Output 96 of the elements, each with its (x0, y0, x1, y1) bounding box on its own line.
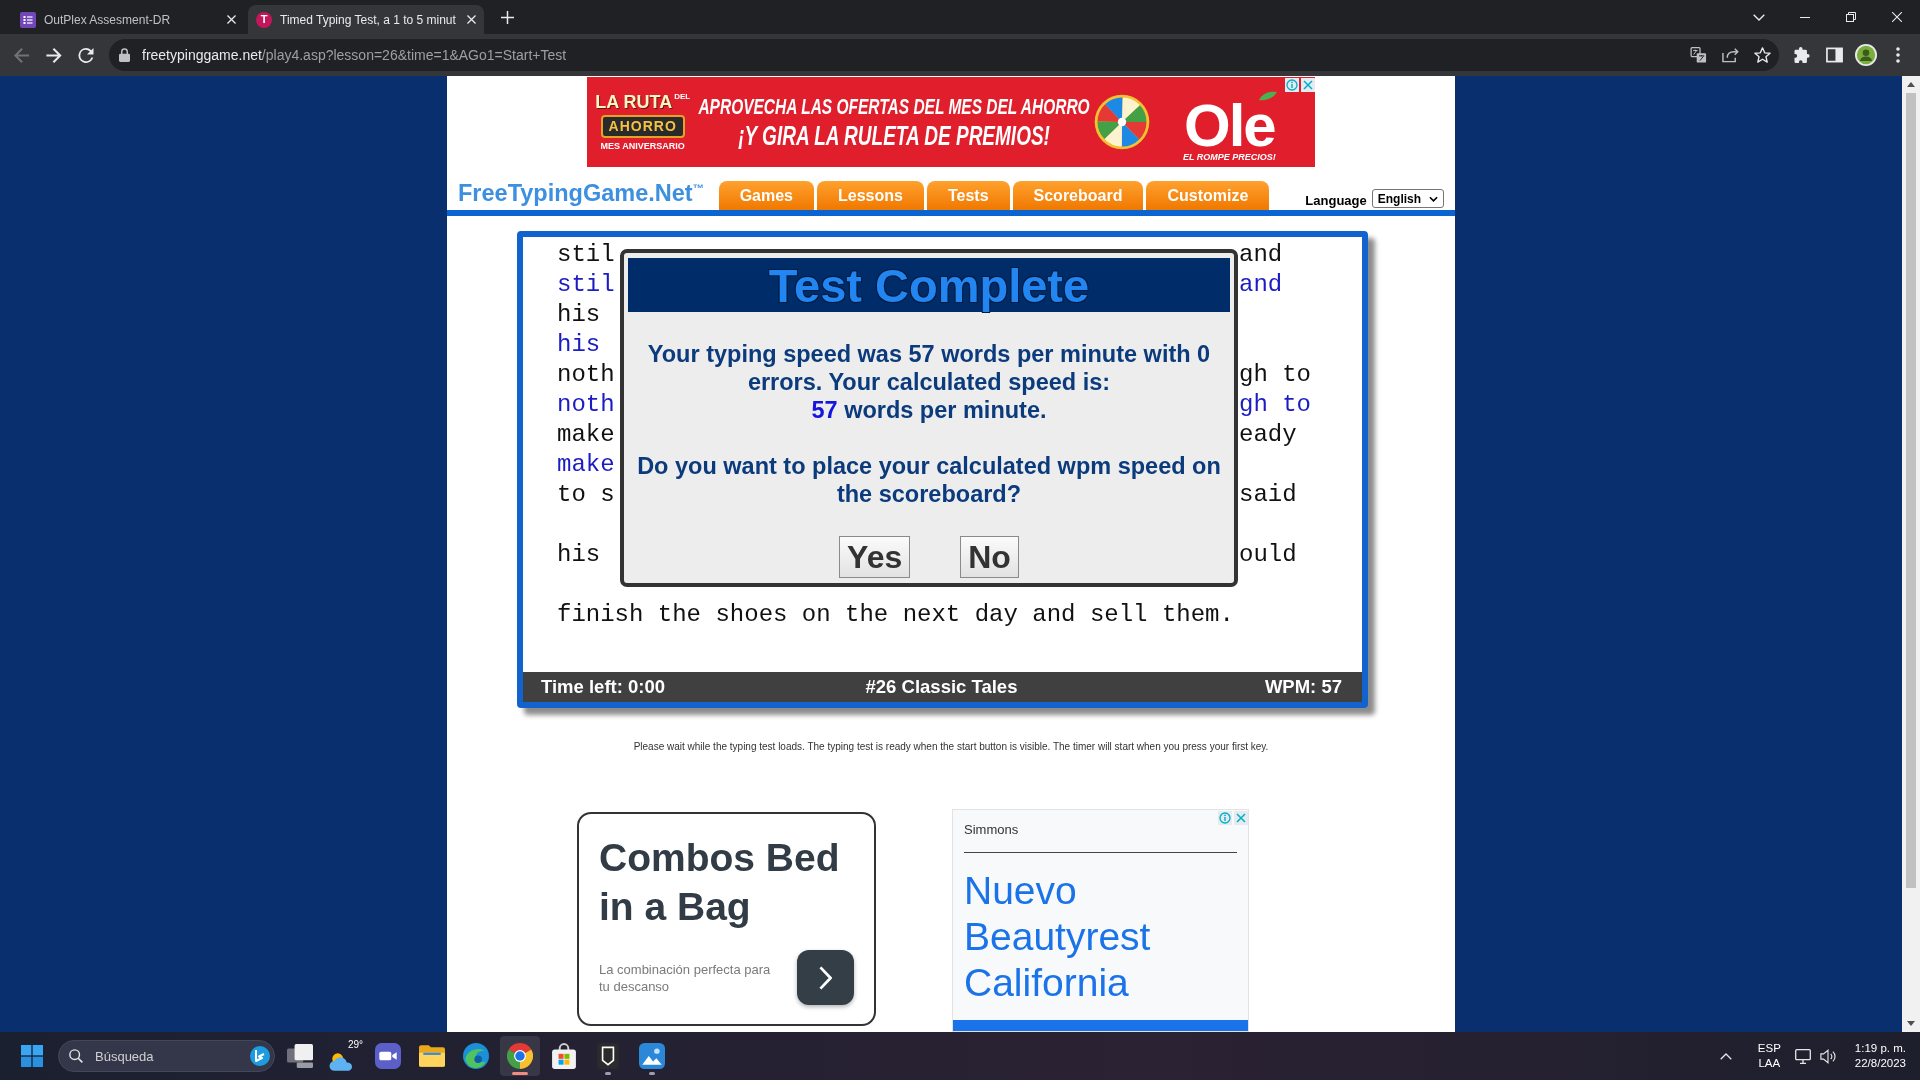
browser-tab[interactable]: OutPlex Assesment-DR (12, 5, 248, 34)
profile-avatar-icon[interactable] (1855, 44, 1877, 66)
typed-text: his (557, 330, 601, 360)
shield-icon (595, 1043, 621, 1069)
source-text: eady (1239, 420, 1297, 450)
address-bar[interactable]: freetypinggame.net/play4.asp?lesson=26&time=1&AGo1=Start+Test (109, 39, 1779, 71)
list-form-icon (20, 11, 36, 28)
chevron-up-icon[interactable] (1719, 1052, 1732, 1060)
taskbar-button[interactable]: 29° (324, 1036, 364, 1076)
close-icon[interactable] (466, 15, 476, 24)
folder-icon (419, 1043, 445, 1069)
loading-note: Please wait while the typing test loads. The typing test is ready when the start button is visible. The timer will start when you press your first key. (633, 740, 1269, 754)
source-text: to s (557, 480, 615, 510)
ad-subtext: La combinación perfecta para tu descanso (599, 960, 772, 995)
chevron-down-icon[interactable] (1753, 13, 1765, 21)
source-text: noth (557, 360, 615, 390)
typed-text: and (1239, 270, 1283, 300)
leaf-icon (1259, 90, 1277, 101)
scroll-up-arrow-icon[interactable] (1907, 82, 1915, 87)
puzzle-piece-icon[interactable] (1793, 47, 1811, 63)
weather-icon (329, 1051, 353, 1071)
share-icon[interactable] (1721, 47, 1739, 63)
clock-time[interactable]: 1:19 p. m. (1854, 1041, 1906, 1056)
ad-headline: APROVECHA LAS OFERTAS DEL MES DEL AHORRO (698, 95, 1090, 119)
source-text: gh to (1239, 360, 1311, 390)
prize-wheel-icon (1093, 94, 1150, 150)
tricolor-circle-icon (507, 1043, 533, 1069)
ad-badge-title: LA RUTA (595, 92, 673, 111)
source-text: and (1239, 240, 1283, 270)
input-language[interactable]: ESP (1757, 1041, 1781, 1056)
search-field[interactable]: Búsqueda (58, 1040, 275, 1072)
language-select[interactable]: English (1371, 189, 1445, 208)
monitor-icon[interactable] (1794, 1048, 1811, 1064)
search-icon (69, 1049, 83, 1063)
forward-arrow-icon[interactable] (46, 47, 62, 63)
dialog-button[interactable]: Yes (839, 536, 911, 578)
video-camera-icon (375, 1043, 401, 1069)
scoreboard-question: Do you want to place your calculated wpm speed on the scoreboard? (636, 452, 1222, 508)
ad-advertiser: Simmons (964, 822, 1020, 838)
lesson-title: #26 Classic Tales (865, 676, 1018, 698)
shopping-bag-icon (551, 1043, 577, 1069)
wpm-text: WPM: 57 (1264, 676, 1342, 698)
chevron-right-icon (819, 965, 832, 990)
ad-badge-caption: MES ANIVERSARIO (600, 142, 685, 152)
close-icon[interactable] (227, 15, 236, 24)
site-favicon: T (256, 11, 272, 28)
source-text: make (557, 420, 615, 450)
speaker-icon[interactable] (1819, 1048, 1836, 1064)
typed-text: gh to (1239, 390, 1311, 420)
language-label: Language (1305, 193, 1367, 208)
ad-badge-slot: AHORRO (600, 114, 685, 139)
dialog-button[interactable]: No (960, 536, 1019, 578)
star-icon[interactable] (1753, 47, 1771, 63)
chevron-down-icon (1429, 195, 1439, 202)
restore-icon[interactable] (1846, 12, 1856, 22)
ad-card[interactable]: Combos Bed in a Bag La combinación perfecta para tu descanso (577, 812, 876, 1026)
mountain-picture-icon (639, 1043, 665, 1069)
typed-text: stil (557, 270, 615, 300)
ad-brand-logo: Ole (1184, 100, 1275, 151)
swoosh-circle-icon[interactable] (250, 1046, 270, 1066)
reload-icon[interactable] (78, 47, 94, 63)
close-icon[interactable] (1892, 12, 1902, 22)
scroll-down-arrow-icon[interactable] (1907, 1021, 1915, 1026)
source-text: ould (1239, 540, 1297, 570)
ad-headline: Nuevo Beautyrest California (964, 868, 1152, 1006)
ad-headline: Combos Bed in a Bag (599, 835, 841, 930)
result-message: Your typing speed was 57 words per minute with 0 errors. Your calculated speed is: 57 words per minute. (646, 340, 1212, 424)
browser-tab[interactable]: T Timed Typing Test, a 1 to 5 minut (248, 5, 484, 34)
swirl-icon (463, 1043, 489, 1069)
keyboard-layout[interactable]: LAA (1758, 1056, 1781, 1071)
source-text: his (557, 300, 601, 330)
clock-date[interactable]: 22/8/2023 (1854, 1056, 1906, 1071)
side-panel-icon[interactable] (1825, 47, 1843, 63)
scrollbar-thumb[interactable] (1906, 93, 1916, 888)
time-left-text: Time left: 0:00 (541, 676, 666, 698)
start-icon[interactable] (21, 1045, 43, 1067)
taskbar-button[interactable] (500, 1036, 540, 1076)
typed-text: noth (557, 390, 615, 420)
task-view-icon (287, 1043, 313, 1069)
minimize-icon[interactable] (1800, 16, 1810, 18)
temperature-text: 29° (347, 1039, 363, 1050)
next-arrow-button[interactable] (797, 950, 854, 1005)
translate-icon[interactable] (1689, 47, 1707, 63)
source-text: said (1239, 480, 1297, 510)
source-text: stil (557, 240, 615, 270)
ad-brand-tagline: EL ROMPE PRECIOS! (1182, 152, 1276, 162)
site-logo[interactable]: FreeTypingGame.Net$^{™}$ (458, 179, 704, 207)
typed-text: make (557, 450, 615, 480)
ad-badge-small-text: DEL (674, 92, 691, 101)
more-menu-icon[interactable] (1896, 47, 1900, 63)
ad-subheadline: ¡Y GIRA LA RULETA DE PREMIOS! (738, 121, 1050, 149)
source-text: his (557, 540, 601, 570)
plus-icon[interactable] (501, 10, 514, 24)
scrollbar-track[interactable] (1902, 76, 1920, 1032)
source-text: finish the shoes on the next day and sell them. (557, 600, 1234, 630)
lock-icon (119, 48, 130, 62)
